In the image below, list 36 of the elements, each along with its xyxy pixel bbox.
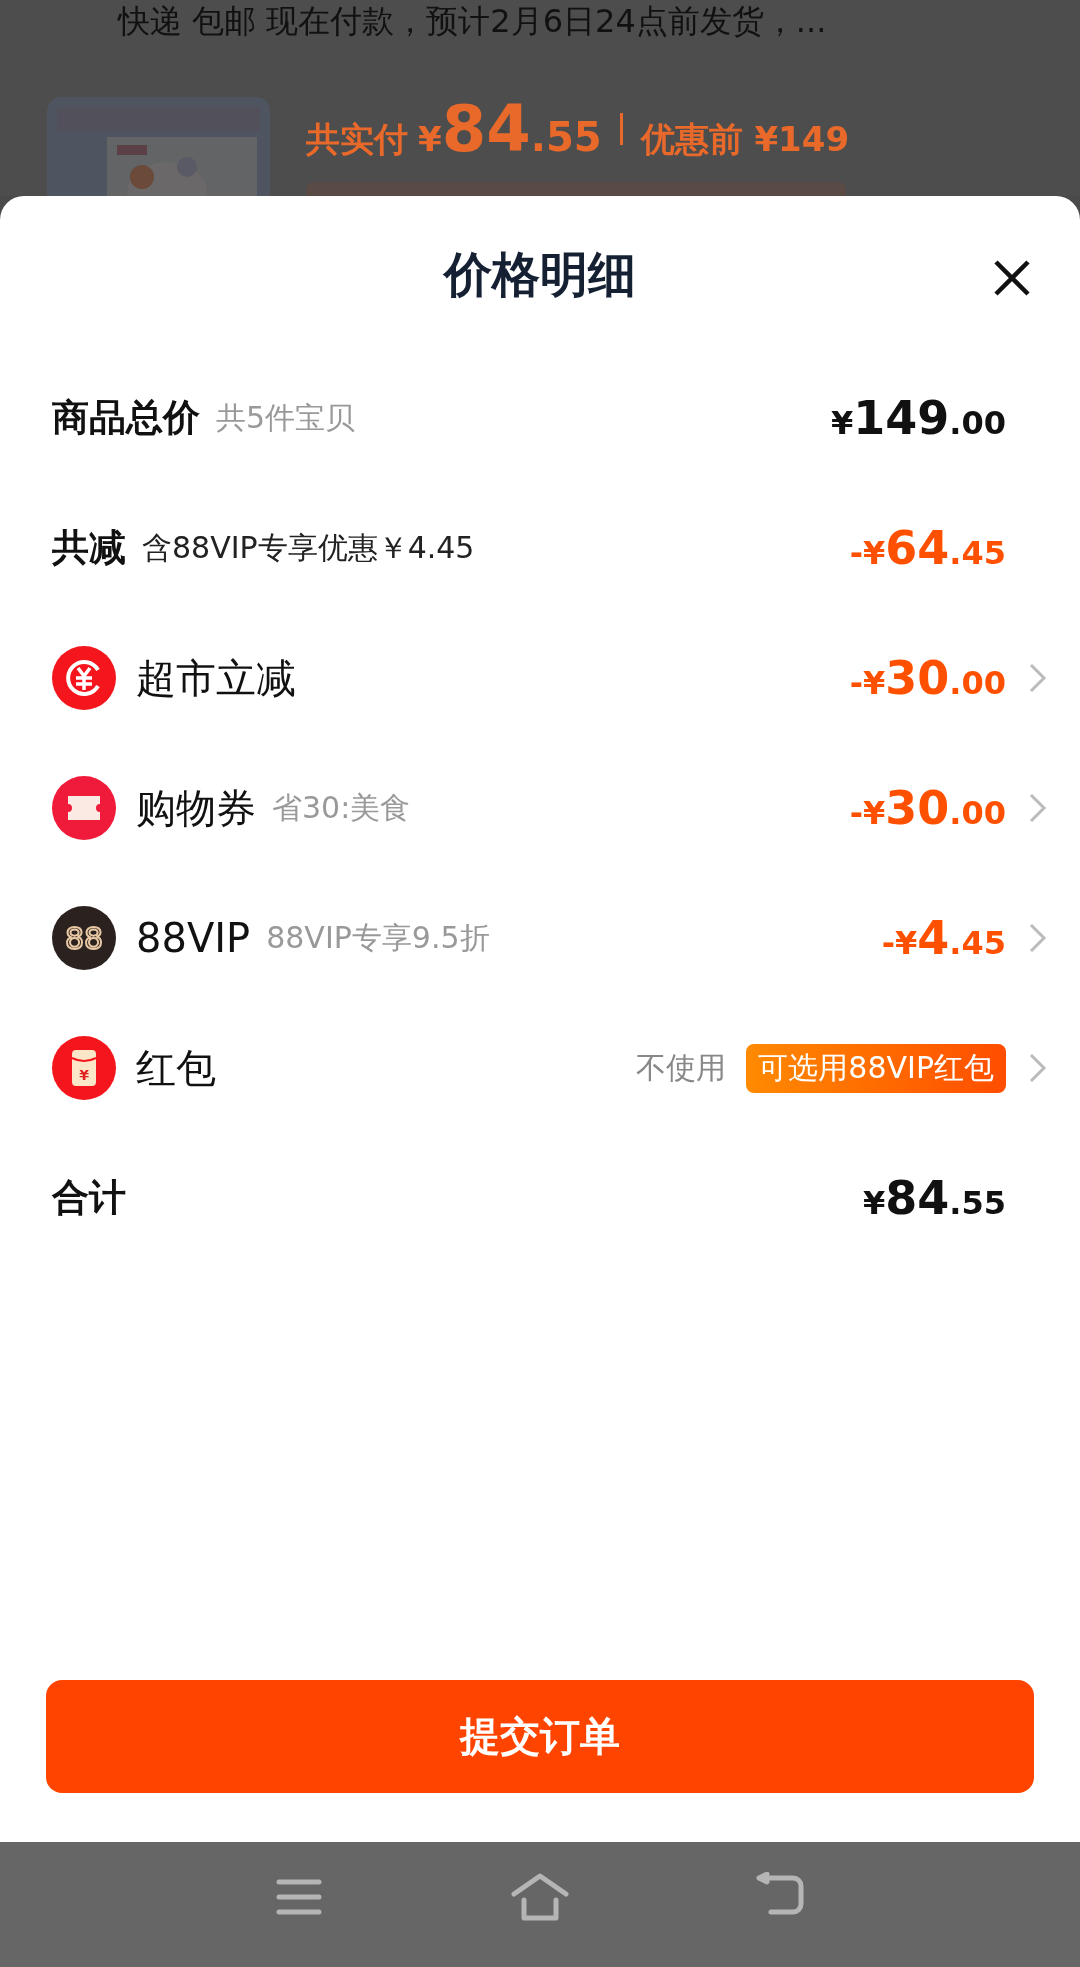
row-label: 88VIP [136,915,251,961]
row-label: 购物券 [136,783,256,833]
option-text[interactable]: 不使用 [636,1047,727,1089]
home-icon[interactable] [510,1872,570,1922]
row-note: 省30:美食 [272,788,411,827]
row-label: 合计 [52,1175,126,1221]
envelope-icon: ¥ [52,1036,116,1100]
row-note: 88VIP专享9.5折 [266,918,490,957]
chevron-right-icon[interactable] [1028,792,1048,824]
row-note: 含88VIP专享优惠￥4.45 [142,528,475,567]
row-label: 红包 [136,1043,216,1093]
row-label: 商品总价 [52,395,200,441]
ticket-icon [52,776,116,840]
original-price: 优惠前 ¥149 [640,118,850,161]
menu-icon[interactable] [276,1877,322,1917]
chevron-right-icon[interactable] [1028,1052,1048,1084]
submit-order-button[interactable]: 提交订单 [46,1680,1034,1793]
amount: -¥4.45 [881,911,1006,965]
row-note: 共5件宝贝 [216,398,356,437]
close-icon[interactable] [992,258,1032,298]
row-label: 超市立减 [136,653,296,703]
chevron-right-icon[interactable] [1028,662,1048,694]
vip-badge-icon: 88 [52,906,116,970]
amount: -¥30.00 [849,781,1006,835]
amount: ¥84.55 [863,1171,1006,1225]
chevron-right-icon[interactable] [1028,922,1048,954]
paid-amount: ¥84.55 [418,92,602,166]
paid-label: 共实付 [306,118,408,161]
amount: ¥149.00 [831,391,1006,445]
row-label: 共减 [52,525,126,571]
amount: -¥64.45 [849,521,1006,575]
shipping-text: 快递 包邮 现在付款，预计2月6日24点前发货，... [118,1,827,42]
voucher-tag[interactable]: 可选用88VIP红包 [746,1043,1006,1093]
amount: -¥30.00 [849,651,1006,705]
yen-refresh-icon [52,646,116,710]
sheet-title: 价格明细 [444,244,636,304]
